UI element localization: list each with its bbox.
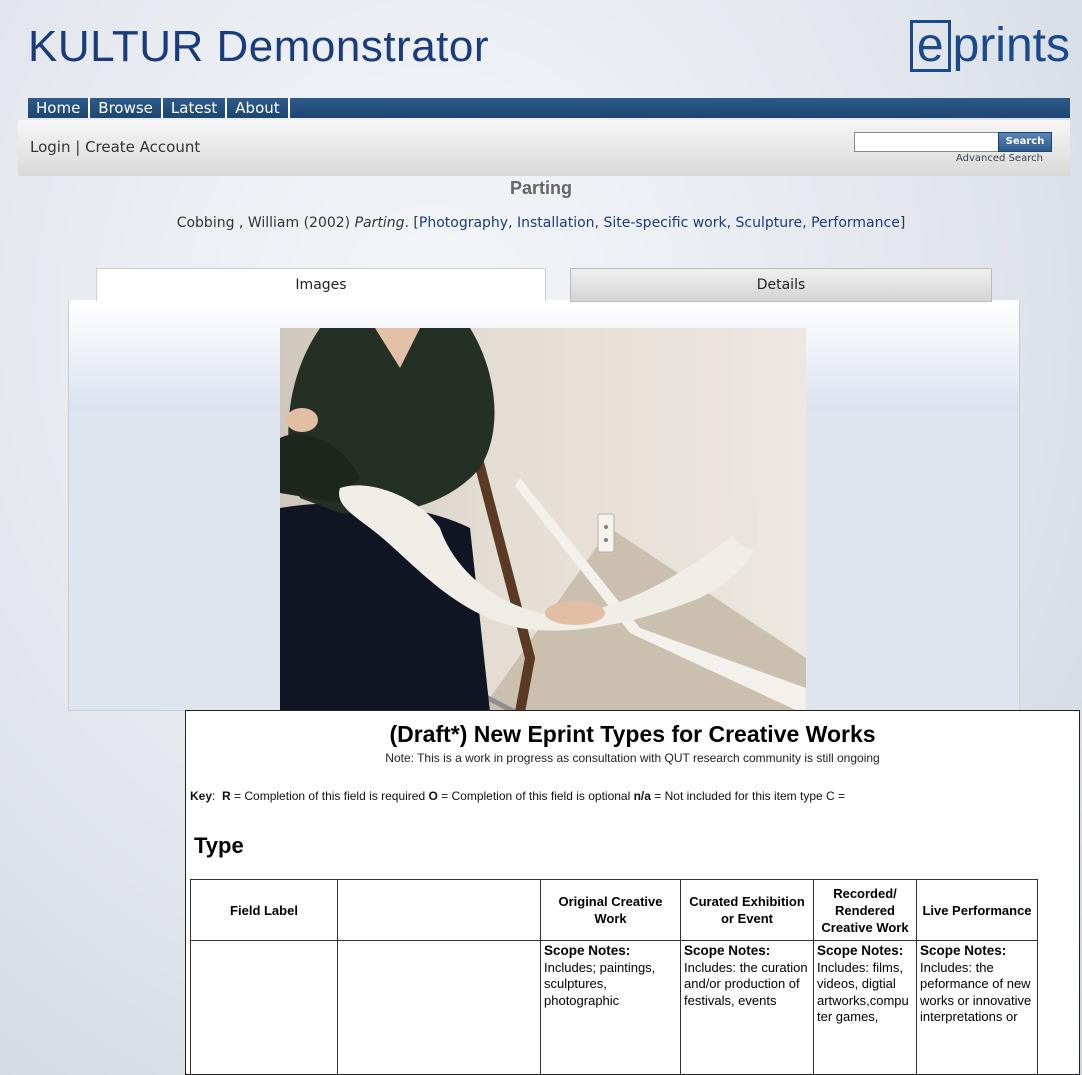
menu-latest[interactable]: Latest [163,98,228,118]
search-button[interactable]: Search [998,132,1052,152]
login-link[interactable]: Login [30,138,70,156]
scope-notes-text: Includes: films, videos, digtial artwork… [817,959,909,1025]
table-cell: Scope Notes: Includes; paintings, sculptu… [540,940,681,1074]
key-o-text: = Completion of this field is optional [437,789,634,803]
citation-bracket-open: . [ [404,215,419,231]
key-label: Key [190,789,213,803]
artwork-photo[interactable] [280,328,806,712]
table-cell [190,940,338,1074]
column-header [337,879,541,941]
tab-details[interactable]: Details [570,268,992,302]
column-header: Recorded/ Rendered Creative Work [813,879,917,941]
citation-bracket-close: ] [899,215,906,231]
create-account-link[interactable]: Create Account [85,138,200,156]
column-header: Live Performance [916,879,1038,941]
document-note: Note: This is a work in progress as cons… [385,751,880,765]
tag-site-specific-work[interactable]: Site-specific work [603,215,726,231]
table-cell [337,940,541,1074]
table-cell: Scope Notes: Includes: films, videos, dig… [813,940,917,1074]
citation-author: Cobbing , William (2002) [176,215,355,231]
key-o: O [428,789,438,803]
logo-text: prints [952,19,1070,72]
tag-sculpture[interactable]: Sculpture [736,215,803,231]
artwork-illustration [280,328,806,712]
page-title: Parting [509,178,572,198]
menu-browse[interactable]: Browse [90,98,163,118]
column-header: Field Label [190,879,338,941]
table-cell: Scope Notes: Includes: the curation and/o… [680,940,814,1074]
scope-notes-label: Scope Notes: [544,943,631,958]
citation: Cobbing , William (2002) Parting. [Photo… [176,215,906,231]
scope-notes-text: Includes: the peformance of new works or… [920,959,1032,1025]
scope-notes-label: Scope Notes: [684,943,771,958]
key-r-text: = Completion of this field is required [230,789,429,803]
table-row: Scope Notes: Includes; paintings, sculptu… [190,940,1038,1074]
key-na-text: = Not included for this item type C = [650,789,846,803]
document-title: (Draft*) New Eprint Types for Creative W… [389,721,876,747]
key-r: R [222,789,231,803]
types-table: Field Label Original Creative Work Curat… [190,879,1038,1074]
account-links: Login | Create Account [30,138,200,156]
search-input[interactable] [854,132,1000,152]
advanced-search-link[interactable]: Advanced Search [956,153,1043,164]
scope-notes-text: Includes: the curation and/or production… [684,959,808,1008]
section-heading: Type [194,833,244,858]
tag-performance[interactable]: Performance [811,215,900,231]
draft-document: (Draft*) New Eprint Types for Creative W… [185,710,1080,1075]
site-title[interactable]: KULTUR Demonstrator [28,22,489,72]
main-menu: Home Browse Latest About [28,98,1070,118]
key-na: n/a [633,789,651,803]
column-header: Original Creative Work [540,879,681,941]
tag-installation[interactable]: Installation [517,215,595,231]
account-bar: Login | Create Account Search Advanced S… [18,120,1070,176]
eprints-logo[interactable]: e prints [909,18,1070,73]
citation-work-title: Parting [354,215,405,231]
menu-about[interactable]: About [227,98,290,118]
scope-notes-label: Scope Notes: [817,943,904,958]
menu-home[interactable]: Home [28,98,91,118]
column-header: Curated Exhibition or Event [680,879,814,941]
tag-photography[interactable]: Photography [419,215,508,231]
scope-notes-text: Includes; paintings, sculptures, photogr… [544,959,656,1008]
link-separator: | [70,138,86,156]
table-cell: Scope Notes: Includes: the peformance of … [916,940,1038,1074]
tab-images[interactable]: Images [96,268,546,301]
document-key: Key: R = Completion of this field is req… [190,789,846,803]
scope-notes-label: Scope Notes: [920,943,1007,958]
table-header-row: Field Label Original Creative Work Curat… [190,879,1038,941]
logo-e: e [909,19,951,72]
